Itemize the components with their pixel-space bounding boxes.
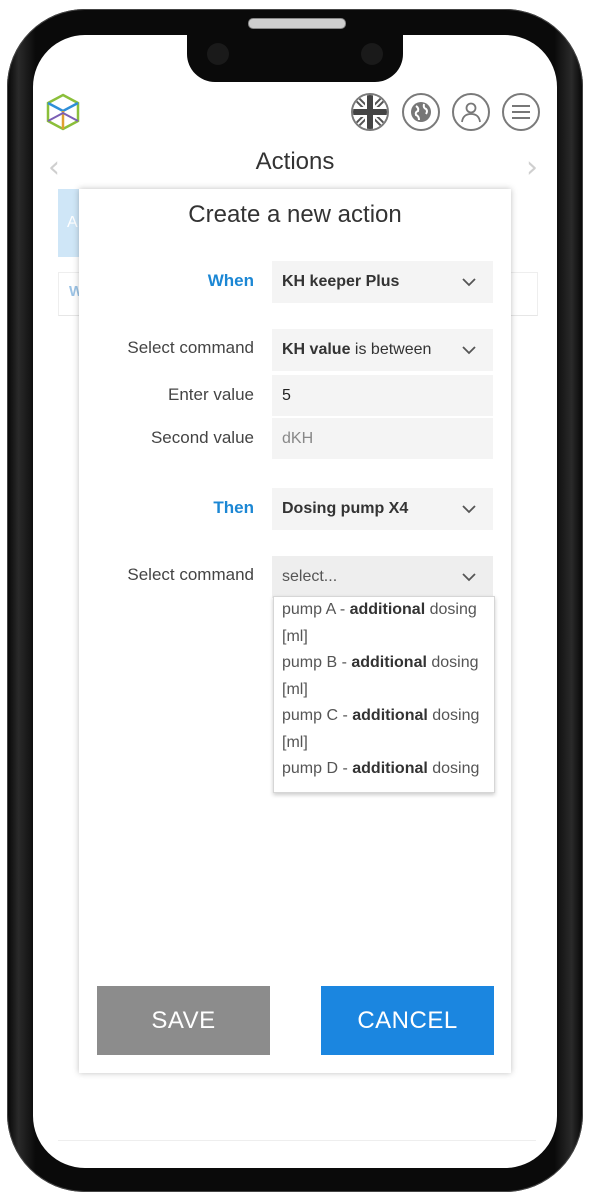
then-select-value: Dosing pump X4 <box>282 500 409 517</box>
then-command-select[interactable]: select... <box>272 556 493 598</box>
condition-command-rest: is between <box>350 341 432 358</box>
then-command-placeholder: select... <box>282 568 338 585</box>
background-tab-label: A <box>67 214 78 231</box>
camera-icon <box>361 43 383 65</box>
condition-command-bold: KH value <box>282 341 351 358</box>
when-select[interactable]: KH keeper Plus <box>272 261 493 303</box>
phone-notch <box>187 35 403 82</box>
chevron-down-icon <box>462 573 476 582</box>
create-action-dialog: Create a new action When KH keeper Plus … <box>79 189 511 1073</box>
option-suffix: dosing <box>427 760 480 777</box>
option-pump-c[interactable]: pump C - additional dosing [ml] <box>274 703 494 756</box>
then-label: Then <box>213 498 254 517</box>
second-value-input[interactable]: dKH <box>272 418 493 459</box>
camera-icon <box>207 43 229 65</box>
option-bold: additional <box>352 707 428 724</box>
chevron-down-icon <box>462 505 476 514</box>
option-bold: additional <box>351 654 427 671</box>
chevron-down-icon <box>462 346 476 355</box>
then-command-label: Select command <box>127 565 254 584</box>
option-pump-d[interactable]: pump D - additional dosing <box>274 756 494 783</box>
globe-icon[interactable] <box>402 93 440 131</box>
option-pump-b[interactable]: pump B - additional dosing [ml] <box>274 650 494 703</box>
option-prefix: pump B - <box>282 654 352 671</box>
enter-value-input[interactable]: 5 <box>272 375 493 416</box>
option-prefix: pump C - <box>282 707 353 724</box>
option-bold: additional <box>349 601 426 618</box>
when-label: When <box>207 271 254 290</box>
chevron-down-icon <box>462 278 476 287</box>
uk-flag-icon[interactable] <box>351 93 389 131</box>
divider <box>58 1140 536 1141</box>
enter-value-label: Enter value <box>168 385 254 404</box>
save-button[interactable]: SAVE <box>97 986 270 1055</box>
option-bold: additional <box>352 760 428 777</box>
chevron-right-icon[interactable]: › <box>526 150 538 185</box>
command-options-list[interactable]: pump A - additional dosing [ml] pump B -… <box>273 596 495 793</box>
menu-icon[interactable] <box>502 93 540 131</box>
option-prefix: pump D - <box>282 760 353 777</box>
second-value-label: Second value <box>150 428 254 447</box>
condition-command-select[interactable]: KH value is between <box>272 329 493 371</box>
user-icon[interactable] <box>452 93 490 131</box>
dialog-title: Create a new action <box>188 201 402 228</box>
app-logo-icon[interactable] <box>43 92 83 132</box>
page-title: Actions <box>255 148 335 175</box>
option-pump-a[interactable]: pump A - additional dosing [ml] <box>274 597 494 650</box>
then-select[interactable]: Dosing pump X4 <box>272 488 493 530</box>
option-prefix: pump A - <box>282 601 350 618</box>
phone-speaker <box>248 18 346 29</box>
when-select-value: KH keeper Plus <box>282 273 400 290</box>
condition-command-label: Select command <box>127 338 254 357</box>
cancel-button[interactable]: CANCEL <box>321 986 494 1055</box>
